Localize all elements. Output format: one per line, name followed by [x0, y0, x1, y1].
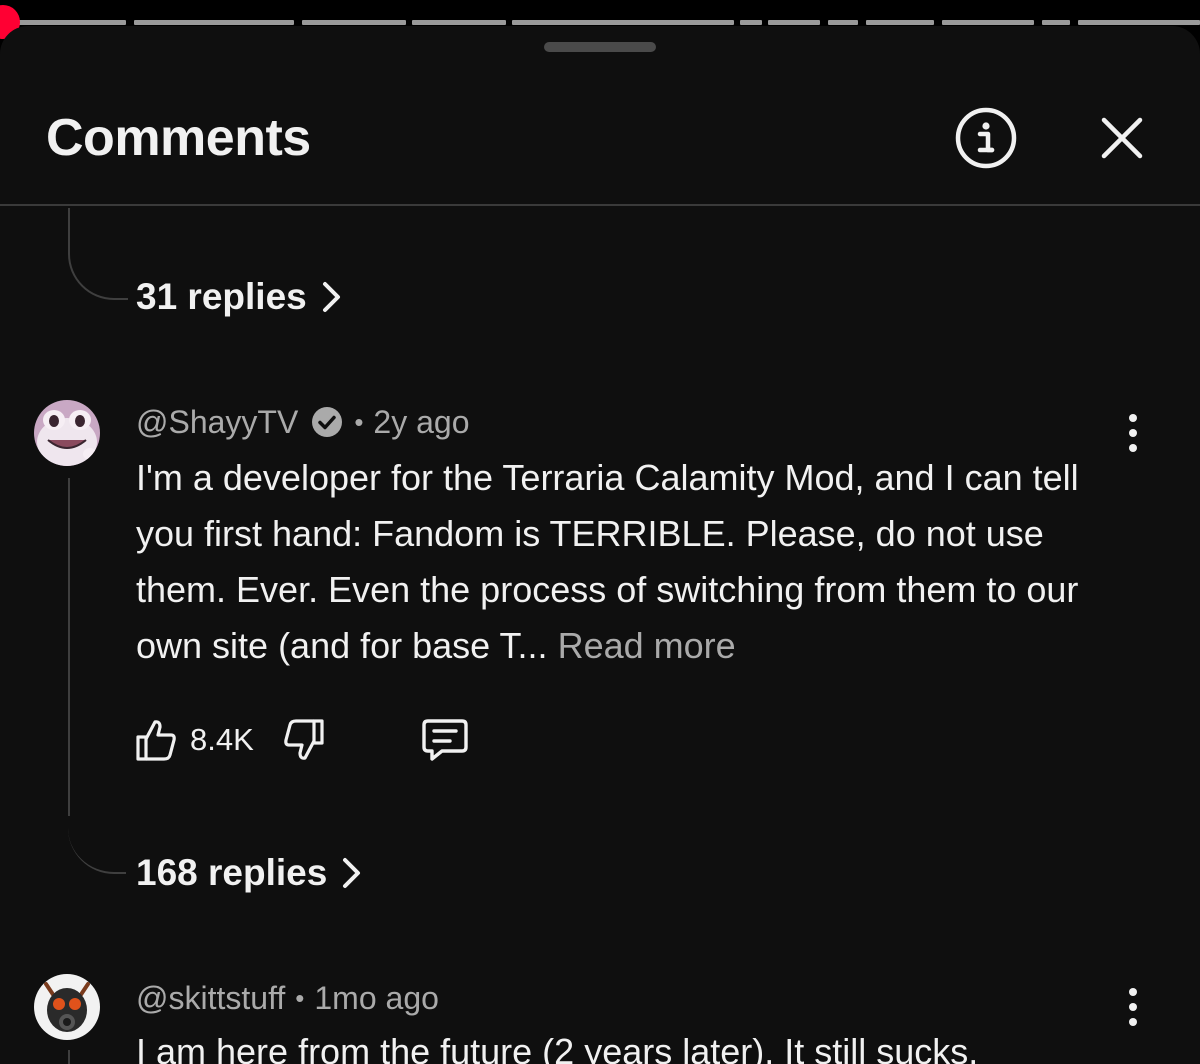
chapter-segment	[1042, 20, 1070, 25]
chapter-segment	[512, 20, 734, 25]
reply-comment-icon	[422, 719, 468, 761]
panel-title: Comments	[46, 109, 311, 167]
comment-author[interactable]: @ShayyTV	[136, 404, 298, 441]
comment-body-text: I am here from the future (2 years later…	[136, 1031, 979, 1064]
comment-time: 2y ago	[373, 403, 470, 440]
comment-meta: @skittstuff • 1mo ago	[136, 976, 439, 1020]
avatar[interactable]	[34, 400, 100, 466]
header-divider	[0, 204, 1200, 206]
gasmask-avatar-image	[34, 974, 100, 1040]
chapter-segment	[828, 20, 858, 25]
like-count: 8.4K	[190, 722, 254, 757]
avatar[interactable]	[34, 974, 100, 1040]
comment-text: I'm a developer for the Terraria Calamit…	[136, 450, 1136, 674]
chapter-segment	[866, 20, 934, 25]
thumbs-up-icon	[136, 720, 176, 761]
chapter-segment	[740, 20, 762, 25]
chapter-segment	[412, 20, 506, 25]
chapter-segment	[1078, 20, 1200, 25]
meta-separator: •	[295, 982, 305, 1013]
chapter-segment	[302, 20, 406, 25]
comment-time: 1mo ago	[314, 979, 439, 1016]
thread-line	[68, 478, 70, 816]
like-button[interactable]	[134, 717, 178, 763]
chapter-segment	[134, 20, 294, 25]
comment-meta: @ShayyTV • 2y ago	[136, 400, 470, 444]
comments-screen: Comments 31 replies @ShayyTV • 2y ago I'…	[0, 0, 1200, 1064]
replies-count-label: 31 replies	[136, 276, 307, 317]
dislike-button[interactable]	[282, 717, 326, 763]
drag-handle[interactable]	[544, 42, 656, 52]
view-replies-button[interactable]: 168 replies	[136, 852, 363, 894]
info-icon	[955, 107, 1017, 169]
meta-separator: •	[354, 406, 364, 437]
chapter-segment	[942, 20, 1034, 25]
close-button[interactable]	[1094, 110, 1150, 166]
close-icon	[1101, 117, 1143, 159]
info-button[interactable]	[954, 106, 1018, 170]
comment-text: I am here from the future (2 years later…	[136, 1024, 1136, 1064]
comment-author[interactable]: @skittstuff	[136, 980, 285, 1017]
read-more-link[interactable]: Read more	[558, 625, 736, 666]
thumbs-down-icon	[283, 719, 324, 760]
reply-button[interactable]	[420, 717, 470, 763]
chevron-right-icon	[343, 858, 361, 888]
chapter-segment	[768, 20, 820, 25]
frog-avatar-image	[34, 400, 100, 466]
replies-count-label: 168 replies	[136, 852, 328, 893]
comment-actions: 8.4K	[134, 714, 470, 766]
view-replies-button[interactable]: 31 replies	[136, 276, 343, 318]
thread-line	[68, 1050, 70, 1064]
verified-badge-icon	[310, 405, 344, 439]
chevron-right-icon	[322, 282, 340, 312]
